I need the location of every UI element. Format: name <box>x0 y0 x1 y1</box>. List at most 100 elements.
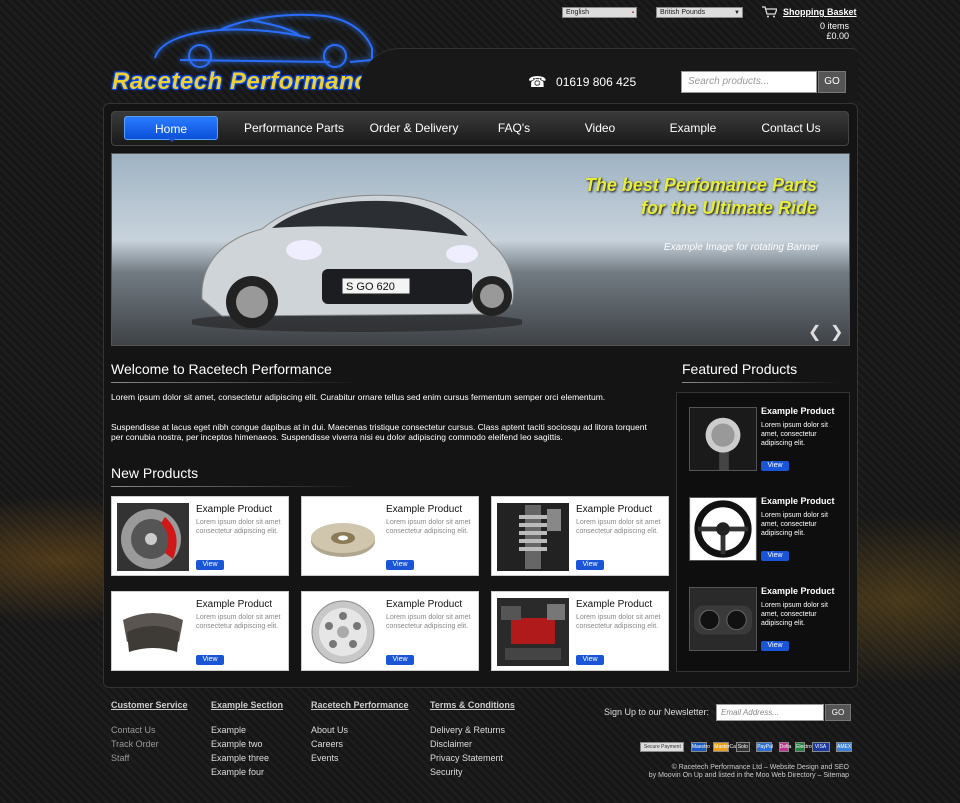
featured-product-title[interactable]: Example Product <box>761 496 835 506</box>
product-title[interactable]: Example Product <box>576 504 652 515</box>
footer-heading[interactable]: Racetech Performance <box>311 700 409 710</box>
footer-link-security[interactable]: Security <box>430 765 515 779</box>
engine-bay-image <box>497 598 569 666</box>
nav-contact-us[interactable]: Contact Us <box>750 112 832 145</box>
footer-link-delivery-returns[interactable]: Delivery & Returns <box>430 723 515 737</box>
new-products-divider <box>111 486 361 487</box>
product-description: Lorem ipsum dolor sit amet consectetur a… <box>386 519 471 535</box>
steering-wheel-image <box>689 497 757 561</box>
nav-example[interactable]: Example <box>654 112 732 145</box>
footer-link-staff[interactable]: Staff <box>111 751 188 765</box>
nav-video[interactable]: Video <box>564 112 636 145</box>
nav-faqs[interactable]: FAQ's <box>474 112 554 145</box>
featured-panel: Example Product Lorem ipsum dolor sit am… <box>676 392 850 672</box>
language-value: English <box>566 9 589 16</box>
product-card[interactable]: Example Product Lorem ipsum dolor sit am… <box>111 496 289 576</box>
product-card[interactable]: Example Product Lorem ipsum dolor sit am… <box>301 496 479 576</box>
brake-caliper-wheel-image <box>117 503 189 571</box>
newsletter-email-input[interactable]: Email Address... <box>716 704 824 721</box>
currency-select[interactable]: British Pounds ▼ <box>656 7 743 18</box>
footer-heading[interactable]: Example Section <box>211 700 283 710</box>
footer-link-example-four[interactable]: Example four <box>211 765 283 779</box>
logo-text[interactable]: Racetech Performance <box>112 68 382 96</box>
featured-product-description: Lorem ipsum dolor sit amet, consectetur … <box>761 422 828 447</box>
newsletter-go-button[interactable]: GO <box>825 704 851 721</box>
featured-product-title[interactable]: Example Product <box>761 406 835 416</box>
footer-heading[interactable]: Terms & Conditions <box>430 700 515 710</box>
product-title[interactable]: Example Product <box>386 504 462 515</box>
product-card[interactable]: Example Product Lorem ipsum dolor sit am… <box>491 496 669 576</box>
product-description: Lorem ipsum dolor sit amet consectetur a… <box>196 519 281 535</box>
footer-column-example-section: Example Section Example Example two Exam… <box>211 700 283 779</box>
basket-icon[interactable] <box>761 5 778 23</box>
welcome-divider <box>111 382 361 383</box>
brake-disc-image <box>307 503 379 571</box>
logo-car-outline-icon <box>150 10 380 72</box>
visa-card-icon: VISA <box>811 742 830 752</box>
featured-product-title[interactable]: Example Product <box>761 586 835 596</box>
copyright-line-2[interactable]: by Moovin On Up and listed in the Moo We… <box>649 772 849 780</box>
product-title[interactable]: Example Product <box>576 599 652 610</box>
footer-column-racetech: Racetech Performance About Us Careers Ev… <box>311 700 409 765</box>
featured-divider <box>682 382 842 383</box>
product-card[interactable]: Example Product Lorem ipsum dolor sit am… <box>111 591 289 671</box>
electron-card-icon: Electron <box>795 742 815 752</box>
search-input[interactable]: Search products... <box>681 71 817 93</box>
language-select[interactable]: English ▪ <box>562 7 637 18</box>
view-button[interactable]: View <box>576 655 604 665</box>
footer-link-track-order[interactable]: Track Order <box>111 737 188 751</box>
basket-total: £0.00 <box>826 31 849 41</box>
featured-view-button[interactable]: View <box>761 551 789 561</box>
footer-link-careers[interactable]: Careers <box>311 737 409 751</box>
product-title[interactable]: Example Product <box>386 599 462 610</box>
phone-number: ☎ 01619 806 425 <box>528 73 636 91</box>
footer-link-events[interactable]: Events <box>311 751 409 765</box>
gear-knob-image <box>689 407 757 471</box>
new-products-title: New Products <box>111 465 199 481</box>
footer-heading[interactable]: Customer Service <box>111 700 188 710</box>
maestro-card-icon: Maestro <box>690 742 710 752</box>
footer-link-privacy-statement[interactable]: Privacy Statement <box>430 751 515 765</box>
product-description: Lorem ipsum dolor sit amet consectetur a… <box>576 614 661 630</box>
copyright-line-1[interactable]: © Racetech Performance Ltd – Website Des… <box>649 764 849 772</box>
hero-banner[interactable]: S GO 620 The best Perfomance Parts for t… <box>111 153 850 346</box>
product-card[interactable]: Example Product Lorem ipsum dolor sit am… <box>301 591 479 671</box>
main-nav: Home Performance Parts Order & Delivery … <box>111 111 849 146</box>
footer-link-contact-us[interactable]: Contact Us <box>111 723 188 737</box>
footer-column-customer-service: Customer Service Contact Us Track Order … <box>111 700 188 765</box>
phone-icon: ☎ <box>528 74 547 91</box>
gauges-image <box>689 587 757 651</box>
payment-cards: Secure Payment Maestro MasterCard Solo P… <box>638 742 852 760</box>
view-button[interactable]: View <box>576 560 604 570</box>
banner-car-image: S GO 620 <box>192 194 522 332</box>
uk-flag-icon: ▪ <box>631 10 634 16</box>
basket-item-count: 0 items <box>819 21 849 31</box>
solo-card-icon: Solo <box>735 742 750 752</box>
footer-link-example[interactable]: Example <box>211 723 283 737</box>
view-button[interactable]: View <box>196 560 224 570</box>
mastercard-icon: MasterCard <box>713 742 741 752</box>
product-title[interactable]: Example Product <box>196 599 272 610</box>
brake-pads-image <box>117 598 189 666</box>
footer-link-about-us[interactable]: About Us <box>311 723 409 737</box>
banner-next-arrow-icon[interactable]: ❯ <box>830 322 843 342</box>
view-button[interactable]: View <box>386 560 414 570</box>
amex-card-icon: AMEX <box>836 742 852 752</box>
view-button[interactable]: View <box>386 655 414 665</box>
nav-order-delivery[interactable]: Order & Delivery <box>360 112 468 145</box>
search-button[interactable]: GO <box>818 71 846 93</box>
footer-link-example-three[interactable]: Example three <box>211 751 283 765</box>
featured-view-button[interactable]: View <box>761 641 789 651</box>
suspension-coilover-image <box>497 503 569 571</box>
product-description: Lorem ipsum dolor sit amet consectetur a… <box>386 614 471 630</box>
featured-view-button[interactable]: View <box>761 461 789 471</box>
shopping-basket-link[interactable]: Shopping Basket <box>783 7 857 17</box>
view-button[interactable]: View <box>196 655 224 665</box>
nav-performance-parts[interactable]: Performance Parts <box>238 112 350 145</box>
product-description: Lorem ipsum dolor sit amet consectetur a… <box>196 614 281 630</box>
product-card[interactable]: Example Product Lorem ipsum dolor sit am… <box>491 591 669 671</box>
product-title[interactable]: Example Product <box>196 504 272 515</box>
footer-link-example-two[interactable]: Example two <box>211 737 283 751</box>
footer-link-disclaimer[interactable]: Disclaimer <box>430 737 515 751</box>
banner-prev-arrow-icon[interactable]: ❮ <box>808 322 821 342</box>
